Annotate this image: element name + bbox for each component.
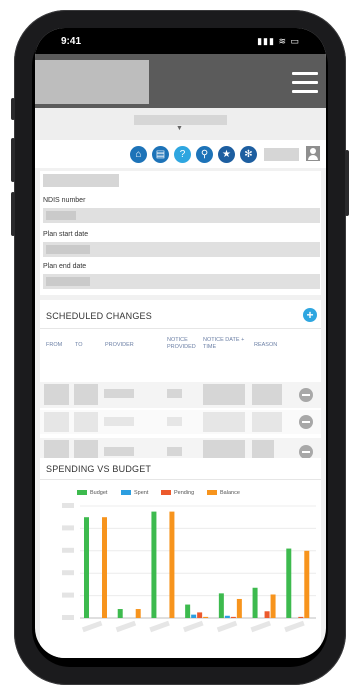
bar-pending[interactable]: [197, 612, 203, 618]
legend-pending: Pending: [161, 490, 194, 496]
column-header-notice-date-time: NOTICE DATE + TIME: [203, 337, 245, 350]
x-tick-label: [284, 620, 305, 633]
bar-budget[interactable]: [185, 604, 191, 618]
remove-row-button[interactable]: [299, 445, 313, 459]
home-icon[interactable]: ⌂: [130, 146, 147, 163]
notch: [112, 28, 249, 54]
bar-balance[interactable]: [169, 511, 175, 618]
x-tick-label: [81, 620, 103, 633]
ndis-number-field[interactable]: [43, 208, 320, 223]
bar-budget[interactable]: [218, 593, 224, 618]
column-header-from: FROM: [46, 342, 63, 348]
remove-row-button[interactable]: [299, 388, 313, 402]
bar-spent[interactable]: [224, 615, 230, 618]
volume-down-button: [11, 192, 15, 236]
logo: [35, 60, 149, 104]
x-tick-label: [216, 620, 238, 633]
plan-start-date-label: Plan start date: [43, 231, 89, 238]
bar-pending[interactable]: [298, 616, 304, 618]
participant-name-redacted: [134, 115, 227, 125]
bar-balance[interactable]: [102, 517, 107, 618]
plan-end-date-field[interactable]: [43, 274, 320, 289]
gear-icon[interactable]: ✻: [240, 146, 257, 163]
status-icons: ▮▮▮ ≋ ▭: [257, 36, 300, 46]
chat-icon[interactable]: ?: [174, 146, 191, 163]
bar-spent[interactable]: [191, 614, 197, 618]
spending-vs-budget-card: SPENDING VS BUDGET Budget Spent Pending …: [40, 458, 321, 658]
user-name-redacted: [264, 148, 299, 161]
mute-switch: [11, 98, 15, 120]
add-change-button[interactable]: +: [303, 308, 317, 322]
plan-title-redacted: [43, 174, 119, 187]
plan-details-card: NDIS number Plan start date Plan end dat…: [40, 171, 321, 295]
bar-balance[interactable]: [203, 616, 209, 618]
star-icon[interactable]: ★: [218, 146, 235, 163]
x-tick-label: [115, 620, 137, 633]
volume-up-button: [11, 138, 15, 182]
power-button: [345, 150, 349, 216]
y-tick-label: [62, 615, 74, 620]
column-header-notice-provided: NOTICE PROVIDED: [167, 337, 196, 350]
remove-row-button[interactable]: [299, 415, 313, 429]
scheduled-changes-card: SCHEDULED CHANGES + FROM TO PROVIDER NOT…: [40, 300, 321, 473]
x-tick-label: [149, 620, 170, 633]
bar-pending[interactable]: [264, 611, 270, 618]
bar-budget[interactable]: [151, 511, 157, 618]
column-header-reason: REASON: [254, 342, 278, 348]
y-tick-label: [62, 525, 74, 531]
scheduled-changes-title: SCHEDULED CHANGES: [46, 311, 152, 321]
bar-balance[interactable]: [270, 594, 276, 618]
column-header-provider: PROVIDER: [105, 342, 134, 348]
quick-action-bar: ⌂ ▤ ? ⚲ ★ ✻: [35, 140, 326, 168]
spending-vs-budget-title: SPENDING VS BUDGET: [46, 464, 152, 474]
legend-spent: Spent: [121, 490, 148, 496]
x-tick-label: [250, 620, 271, 633]
user-avatar-icon[interactable]: [306, 146, 320, 161]
bar-budget[interactable]: [252, 587, 258, 618]
screen: 9:41 ▮▮▮ ≋ ▭ ▼ ⌂ ▤ ? ⚲ ★ ✻ NDIS number P…: [35, 28, 326, 658]
plan-end-date-label: Plan end date: [43, 263, 87, 270]
chevron-down-icon[interactable]: ▼: [176, 125, 183, 132]
search-icon[interactable]: ⚲: [196, 146, 213, 163]
column-header-to: TO: [75, 342, 83, 348]
bar-budget[interactable]: [286, 548, 292, 618]
plan-start-date-field[interactable]: [43, 242, 320, 257]
document-icon[interactable]: ▤: [152, 146, 169, 163]
table-row: [40, 410, 321, 434]
x-tick-label: [183, 620, 204, 633]
legend-budget: Budget: [77, 490, 107, 496]
status-time: 9:41: [61, 36, 82, 47]
y-tick-label: [62, 592, 74, 598]
y-tick-label: [62, 547, 74, 553]
spending-chart: [62, 503, 316, 633]
bar-budget[interactable]: [84, 517, 89, 618]
bar-budget[interactable]: [117, 609, 123, 618]
app-header: [35, 54, 326, 108]
participant-selector[interactable]: ▼: [35, 108, 326, 140]
y-tick-label: [62, 570, 74, 576]
bar-pending[interactable]: [230, 616, 236, 618]
bar-balance[interactable]: [236, 598, 242, 618]
bar-balance[interactable]: [304, 550, 310, 618]
legend-balance: Balance: [207, 490, 240, 496]
table-row: [40, 382, 321, 408]
ndis-number-label: NDIS number: [43, 197, 86, 204]
menu-icon[interactable]: [292, 72, 318, 94]
y-tick-label: [62, 503, 74, 508]
bar-balance[interactable]: [135, 609, 141, 618]
